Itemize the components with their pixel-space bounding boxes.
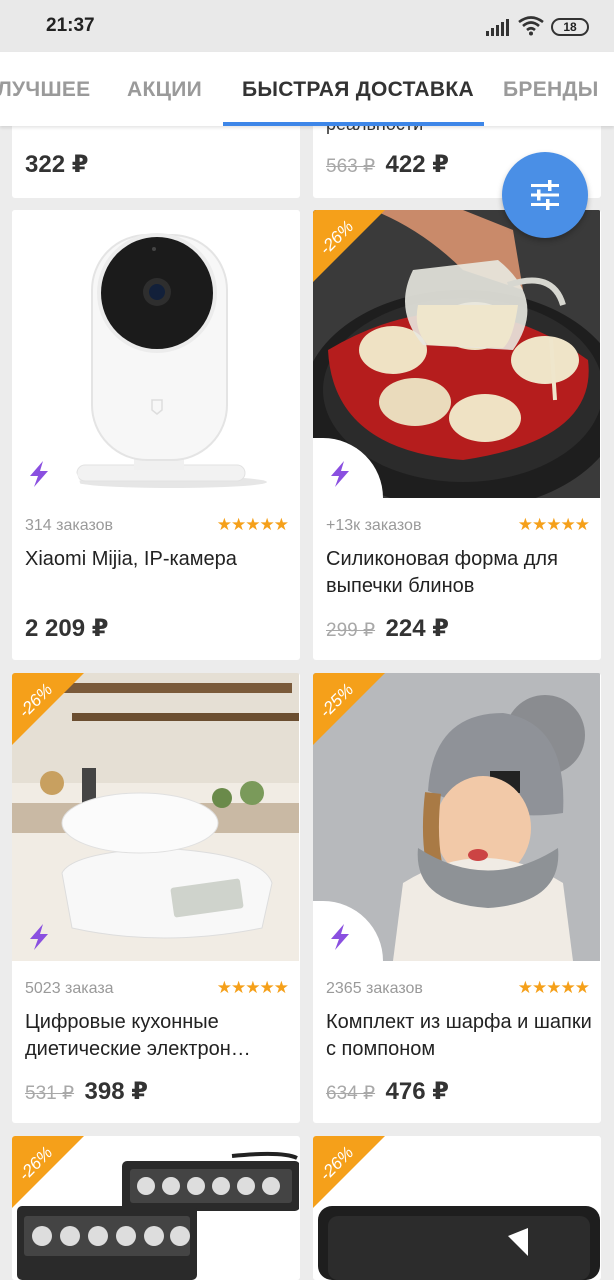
price: 422 ₽	[385, 151, 449, 178]
price: 322 ₽	[25, 151, 89, 178]
price-row: 2 209 ₽	[25, 614, 108, 643]
discount-badge: -26%	[12, 1136, 84, 1208]
price-row: 634 ₽ 476 ₽	[326, 1077, 449, 1106]
lightning-icon	[30, 461, 48, 487]
lightning-icon	[30, 924, 48, 950]
signal-icon	[486, 18, 510, 36]
orders-count: +13к заказов	[326, 517, 422, 534]
product-card[interactable]: -26% +13к заказов ★★★★★ Силиконовая форм…	[313, 210, 601, 660]
discount-badge: -26%	[313, 1136, 385, 1208]
orders-count: 314 заказов	[25, 517, 113, 534]
lightning-icon	[331, 924, 349, 950]
category-tabs: ЛУЧШЕЕ АКЦИИ БЫСТРАЯ ДОСТАВКА БРЕНДЫ	[0, 52, 614, 126]
old-price: 563 ₽	[326, 156, 376, 177]
tab-promotions[interactable]: АКЦИИ	[127, 78, 202, 102]
product-card[interactable]: -26%	[313, 1136, 601, 1280]
product-title: Цифровые кухонные диетические электрон…	[25, 1009, 291, 1063]
product-title-line2: диетические электрон…	[25, 1038, 251, 1060]
rating-stars: ★★★★★	[517, 978, 590, 997]
status-time: 21:37	[46, 15, 95, 36]
rating-stars: ★★★★★	[216, 978, 289, 997]
product-title-line1: Цифровые кухонные	[25, 1011, 219, 1033]
tab-active-indicator	[223, 122, 484, 126]
discount-badge: -25%	[313, 673, 385, 745]
orders-count: 2365 заказов	[326, 980, 423, 997]
price: 398 ₽	[84, 1078, 148, 1105]
product-card[interactable]: -26% 5023 заказа ★★★★★ Цифровые кухонные…	[12, 673, 300, 1123]
product-title: Силиконовая форма для выпечки блинов	[326, 548, 558, 597]
lightning-icon	[331, 461, 349, 487]
tab-brands[interactable]: БРЕНДЫ	[503, 78, 599, 102]
rating-stars: ★★★★★	[517, 515, 590, 534]
price: 224 ₽	[385, 615, 449, 642]
filter-button[interactable]	[502, 152, 588, 238]
old-price: 531 ₽	[25, 1083, 75, 1104]
product-card[interactable]: -25% 2365 заказов ★★★★★ Комплект из шарф…	[313, 673, 601, 1123]
status-bar: 21:37 18	[0, 0, 614, 52]
old-price: 299 ₽	[326, 620, 376, 641]
product-card[interactable]: 314 заказов ★★★★★ Xiaomi Mijia, IP-камер…	[12, 210, 300, 660]
price-row: 531 ₽ 398 ₽	[25, 1077, 148, 1106]
filter-sliders-icon	[531, 180, 559, 210]
product-title: Комплект из шарфа и шапки с помпоном	[326, 1011, 592, 1060]
price-row: 563 ₽ 422 ₽	[326, 150, 449, 179]
wifi-icon	[518, 16, 544, 36]
tab-fast-delivery[interactable]: БЫСТРАЯ ДОСТАВКА	[242, 78, 474, 102]
price-row: 299 ₽ 224 ₽	[326, 614, 449, 643]
product-title: Xiaomi Mijia, IP-камера	[25, 548, 237, 570]
discount-badge: -26%	[12, 673, 84, 745]
product-card[interactable]: -26%	[12, 1136, 300, 1280]
price: 476 ₽	[385, 1078, 449, 1105]
rating-stars: ★★★★★	[216, 515, 289, 534]
price: 2 209 ₽	[25, 615, 109, 642]
battery-icon: 18	[551, 18, 589, 36]
old-price: 634 ₽	[326, 1083, 376, 1104]
discount-badge: -26%	[313, 210, 385, 282]
orders-count: 5023 заказа	[25, 980, 114, 997]
tab-best[interactable]: ЛУЧШЕЕ	[0, 78, 90, 102]
price-row: 322 ₽	[25, 150, 88, 179]
